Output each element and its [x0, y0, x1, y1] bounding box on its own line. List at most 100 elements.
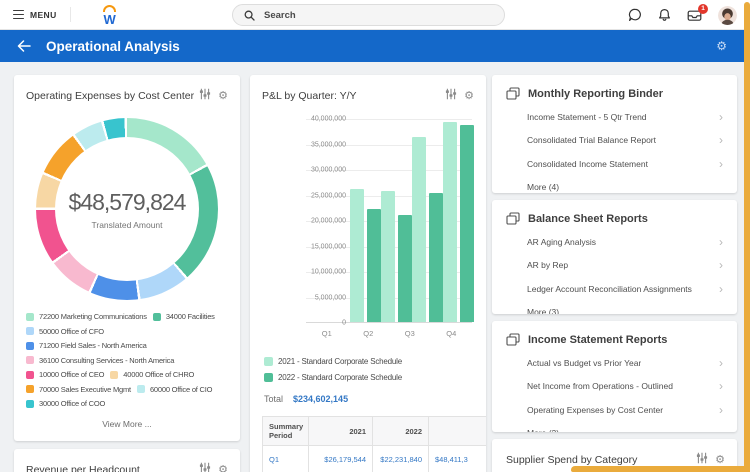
- gear-icon[interactable]: ⚙: [715, 454, 725, 466]
- report-link[interactable]: Operating Expenses by Cost Center ›: [506, 398, 723, 422]
- bar-q1-2022[interactable]: [367, 208, 381, 322]
- donut-legend-item[interactable]: 30000 Office of COO: [26, 399, 105, 408]
- cost-center-donut-chart[interactable]: $48,579,824 Translated Amount: [36, 118, 218, 300]
- bar-group-q3: [412, 137, 443, 322]
- report-link[interactable]: Actual vs Budget vs Prior Year ›: [506, 351, 723, 375]
- notifications-bell-icon[interactable]: [658, 8, 671, 22]
- report-link-label: Operating Expenses by Cost Center: [527, 404, 664, 415]
- legend-label: 10000 Office of CEO: [39, 370, 105, 379]
- table-header-cell: Summary Period: [262, 416, 309, 446]
- total-label: Total: [264, 394, 284, 404]
- bar-legend-item[interactable]: 2022 - Standard Corporate Schedule: [264, 373, 486, 382]
- back-arrow-button[interactable]: [17, 40, 31, 52]
- bar-q2-2022[interactable]: [398, 214, 412, 322]
- gear-icon[interactable]: ⚙: [218, 90, 228, 102]
- table-cell-link[interactable]: $22,231,840: [372, 445, 429, 472]
- search-bar[interactable]: [232, 4, 505, 26]
- report-link[interactable]: Consolidated Income Statement ›: [506, 152, 723, 176]
- view-more-link[interactable]: View More ...: [14, 419, 240, 429]
- topbar-actions: 1: [628, 0, 737, 30]
- bar-groups: [306, 119, 474, 322]
- report-card-title: Balance Sheet Reports: [528, 212, 648, 225]
- donut-legend-item[interactable]: 40000 Office of CHRO: [110, 370, 194, 379]
- legend-label: 2022 - Standard Corporate Schedule: [278, 373, 402, 382]
- donut-total-label: Translated Amount: [91, 219, 163, 230]
- table-row: Q1 $26,179,544 $22,231,840 $48,411,3: [262, 445, 486, 472]
- bar-q3-2022[interactable]: [429, 192, 443, 322]
- bar-q2-2021[interactable]: [381, 190, 395, 322]
- x-axis-label: Q3: [404, 329, 415, 338]
- total-value-link[interactable]: $234,602,145: [293, 394, 348, 404]
- binder-icon: [506, 333, 520, 346]
- donut-legend-item[interactable]: 60000 Office of CIO: [136, 385, 212, 394]
- legend-label: 72200 Marketing Communications: [39, 312, 147, 321]
- donut-center: $48,579,824 Translated Amount: [55, 137, 199, 281]
- bar-group-q4: [443, 122, 474, 322]
- report-link[interactable]: Ledger Account Reconciliation Assignment…: [506, 277, 723, 301]
- legend-label: 70000 Sales Executive Mgmt: [39, 384, 131, 394]
- report-card-header: Monthly Reporting Binder: [506, 87, 723, 100]
- sliders-icon[interactable]: [199, 87, 211, 105]
- gear-icon[interactable]: ⚙: [464, 90, 474, 102]
- bar-q4-2021[interactable]: [443, 122, 457, 322]
- donut-total-value: $48,579,824: [68, 188, 187, 215]
- table-cell-link[interactable]: $26,179,544: [308, 445, 373, 472]
- workday-logo-letter: W: [103, 11, 116, 27]
- page-header: Operational Analysis ⚙: [0, 30, 750, 62]
- donut-legend-item[interactable]: 50000 Office of CFO: [26, 327, 104, 336]
- report-link[interactable]: Consolidated Trial Balance Report ›: [506, 129, 723, 153]
- left-column: Operating Expenses by Cost Center ⚙ $48,…: [14, 75, 240, 472]
- report-link[interactable]: Income Statement - 5 Qtr Trend ›: [506, 105, 723, 129]
- header-gear-icon[interactable]: ⚙: [716, 39, 727, 53]
- legend-swatch: [26, 370, 34, 379]
- search-input[interactable]: [264, 9, 464, 21]
- menu-button[interactable]: MENU: [0, 0, 70, 29]
- workday-logo-arc-icon: [102, 4, 116, 12]
- bar-legend-item[interactable]: 2021 - Standard Corporate Schedule: [264, 357, 486, 366]
- table-cell-link[interactable]: Q1: [262, 445, 309, 472]
- gear-icon[interactable]: ⚙: [218, 464, 228, 472]
- report-link[interactable]: Net Income from Operations - Outlined ›: [506, 375, 723, 399]
- sliders-icon[interactable]: [445, 87, 457, 105]
- report-link-label: Income Statement - 5 Qtr Trend: [527, 111, 647, 122]
- binder-icon: [506, 87, 520, 100]
- more-link[interactable]: More (4): [506, 176, 723, 194]
- x-axis-label: Q1: [321, 329, 332, 338]
- bar-q4-2022[interactable]: [460, 125, 474, 322]
- legend-label: 2021 - Standard Corporate Schedule: [278, 357, 402, 366]
- legend-label: 36100 Consulting Services - North Americ…: [39, 355, 175, 365]
- report-link[interactable]: AR by Rep ›: [506, 254, 723, 278]
- bar-q3-2021[interactable]: [412, 137, 426, 322]
- report-link-label: AR by Rep: [527, 260, 569, 271]
- page-title: Operational Analysis: [46, 38, 180, 54]
- pl-by-quarter-title: P&L by Quarter: Y/Y: [262, 90, 357, 102]
- legend-label: 71200 Field Sales - North America: [39, 341, 147, 350]
- donut-legend-item[interactable]: 70000 Sales Executive Mgmt: [26, 385, 131, 394]
- workday-logo[interactable]: W: [99, 4, 121, 26]
- inbox-icon[interactable]: 1: [687, 3, 708, 22]
- legend-swatch: [110, 370, 119, 379]
- more-link-label: More (3): [527, 307, 560, 314]
- chevron-right-icon: ›: [719, 109, 723, 124]
- pl-by-quarter-card: P&L by Quarter: Y/Y ⚙ 40,000,000 35,000,0…: [250, 75, 486, 472]
- chat-icon[interactable]: [628, 8, 642, 22]
- legend-swatch: [264, 357, 273, 366]
- donut-legend-item[interactable]: 10000 Office of CEO: [26, 370, 104, 379]
- donut-legend-item[interactable]: 72200 Marketing Communications: [26, 312, 147, 321]
- more-link[interactable]: More (2): [506, 422, 723, 432]
- table-cell-link[interactable]: $48,411,3: [428, 445, 486, 472]
- legend-swatch: [26, 312, 34, 321]
- sliders-icon[interactable]: [199, 461, 211, 472]
- report-link[interactable]: AR Aging Analysis ›: [506, 230, 723, 254]
- bar-q1-2021[interactable]: [350, 188, 364, 322]
- report-list-card: Monthly Reporting Binder Income Statement…: [492, 75, 737, 193]
- legend-label: 30000 Office of COO: [39, 399, 106, 408]
- pl-bar-chart[interactable]: 40,000,000 35,000,000 30,000,000 25,000,000…: [262, 115, 474, 345]
- chevron-right-icon: ›: [719, 156, 723, 171]
- donut-legend-item[interactable]: 71200 Field Sales - North America: [26, 341, 147, 350]
- top-bar: MENU W 1: [0, 0, 750, 30]
- donut-legend-item[interactable]: 34000 Facilities: [152, 312, 215, 321]
- donut-legend-item[interactable]: 36100 Consulting Services - North Americ…: [26, 356, 174, 365]
- more-link[interactable]: More (3): [506, 301, 723, 314]
- user-avatar[interactable]: [718, 5, 737, 25]
